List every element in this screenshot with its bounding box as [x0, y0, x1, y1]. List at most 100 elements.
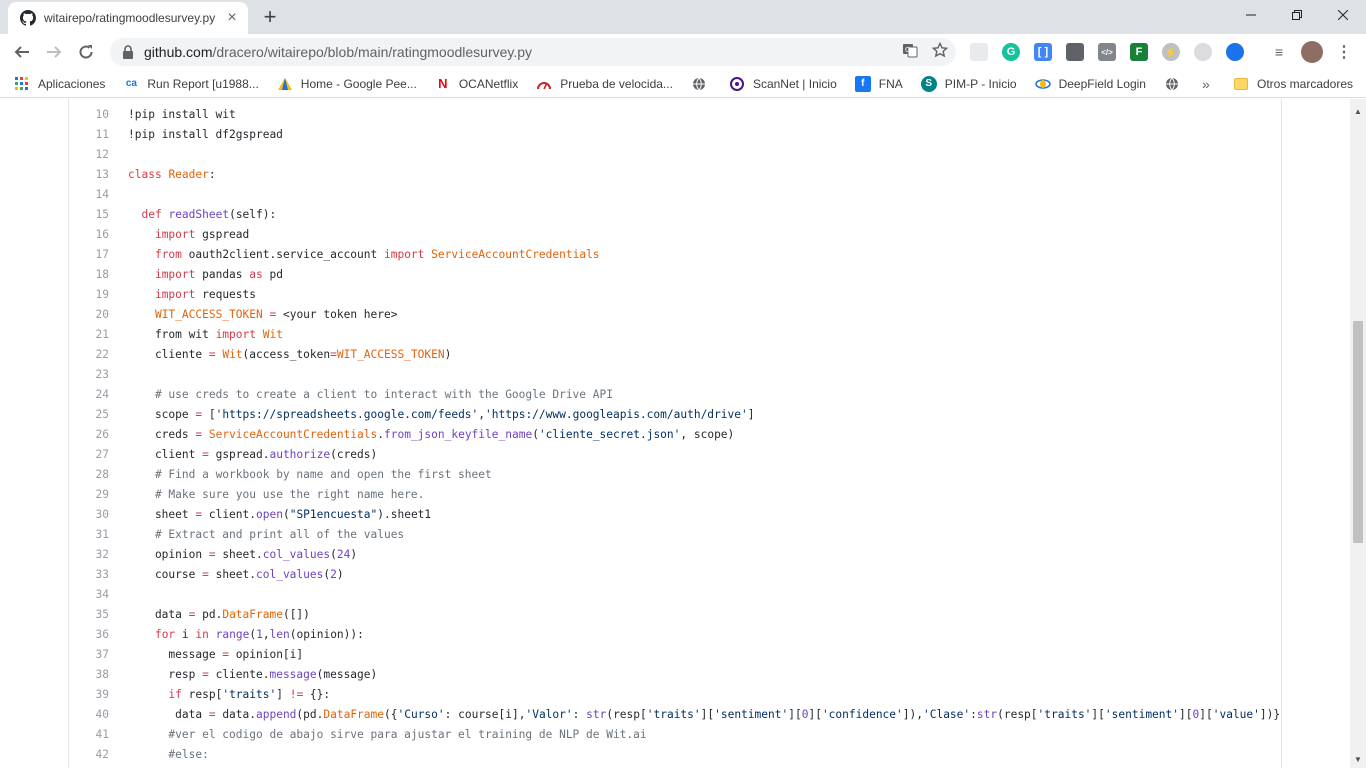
close-tab-icon[interactable]: ×: [224, 10, 240, 26]
new-tab-button[interactable]: +: [258, 6, 282, 30]
camera-extension-icon[interactable]: [1194, 43, 1212, 61]
line-number[interactable]: 42: [69, 745, 109, 765]
bookmark-scannet[interactable]: ScanNet | Inicio: [729, 76, 837, 92]
code-text: from oauth2client.service_account import…: [154, 248, 600, 261]
bookmark-star-icon[interactable]: [931, 41, 949, 62]
line-number[interactable]: 20: [69, 305, 109, 325]
bookmark-label: PIM-P - Inicio: [944, 76, 1017, 91]
bookmark-ocanetflix[interactable]: N OCANetflix: [435, 76, 518, 92]
forward-arrow-icon: [47, 46, 62, 58]
bookmark-pim-p[interactable]: S PIM-P - Inicio: [920, 75, 1017, 92]
line-number[interactable]: 41: [69, 725, 109, 745]
people-icon: [277, 76, 293, 92]
url-text: github.com/dracero/witairepo/blob/main/r…: [144, 44, 532, 60]
speedtest-icon: [536, 76, 552, 92]
code-text: WIT_ACCESS_TOKEN = <your token here>: [154, 308, 398, 321]
back-button[interactable]: [8, 38, 36, 66]
browser-tab[interactable]: witairepo/ratingmoodlesurvey.py ×: [8, 2, 248, 34]
line-number[interactable]: 29: [69, 485, 109, 505]
line-number[interactable]: 40: [69, 705, 109, 725]
scrollbar-thumb[interactable]: [1353, 321, 1363, 543]
close-window-button[interactable]: [1320, 0, 1366, 30]
line-number[interactable]: 28: [69, 465, 109, 485]
line-number[interactable]: 32: [69, 545, 109, 565]
line-number[interactable]: 22: [69, 345, 109, 365]
bookmark-label: FNA: [878, 76, 903, 91]
code-text: scope = ['https://spreadsheets.google.co…: [128, 408, 755, 421]
line-number[interactable]: 14: [69, 185, 109, 205]
code-extension-icon[interactable]: </>: [1098, 43, 1116, 61]
code-text: cliente = Wit(access_token=WIT_ACCESS_TO…: [128, 348, 452, 361]
line-number[interactable]: 33: [69, 565, 109, 585]
bookmark-globe-2[interactable]: [1164, 76, 1188, 92]
reload-icon: [79, 45, 93, 59]
code-text: # Extract and print all of the values: [154, 528, 405, 541]
menu-kebab-icon[interactable]: ⋮: [1335, 43, 1353, 61]
extension-grid-icon[interactable]: [970, 43, 988, 61]
line-number[interactable]: 38: [69, 665, 109, 685]
line-number[interactable]: 36: [69, 625, 109, 645]
code-text: if resp['traits'] != {}:: [168, 688, 331, 701]
line-number[interactable]: 17: [69, 245, 109, 265]
bookmarks-overflow-button[interactable]: »: [1202, 70, 1210, 98]
profile-avatar[interactable]: [1301, 41, 1323, 63]
code-text: !pip install wit: [128, 108, 236, 121]
bookmark-fna[interactable]: f FNA: [854, 75, 903, 92]
code-text: data = data.append(pd.DataFrame({'Curso'…: [128, 708, 1281, 721]
extension-tool-icon[interactable]: [1066, 43, 1084, 61]
code-text: for i in range(1,len(opinion)):: [154, 628, 364, 641]
line-number[interactable]: 16: [69, 225, 109, 245]
line-number[interactable]: 26: [69, 425, 109, 445]
line-number[interactable]: 27: [69, 445, 109, 465]
translate-icon[interactable]: G: [902, 42, 918, 62]
reload-button[interactable]: [72, 38, 100, 66]
line-number[interactable]: 23: [69, 365, 109, 385]
line-number[interactable]: 11: [69, 125, 109, 145]
grammarly-icon[interactable]: G: [1002, 43, 1020, 61]
line-number[interactable]: 34: [69, 585, 109, 605]
line-number[interactable]: 24: [69, 385, 109, 405]
page-scrollbar[interactable]: ▲ ▼: [1350, 99, 1366, 768]
scannet-icon: [729, 76, 745, 92]
extension-blue-icon[interactable]: [ ]: [1034, 43, 1052, 61]
globe-icon: [1164, 76, 1180, 92]
line-number[interactable]: 37: [69, 645, 109, 665]
bolt-extension-icon[interactable]: ⚡: [1162, 43, 1180, 61]
line-number[interactable]: 13: [69, 165, 109, 185]
line-number[interactable]: 10: [69, 105, 109, 125]
code-text: from wit import Wit: [128, 328, 283, 341]
facebook-icon: f: [854, 75, 871, 92]
scroll-up-arrow-icon[interactable]: ▲: [1350, 104, 1366, 120]
bookmark-globe[interactable]: [691, 76, 715, 92]
restore-button[interactable]: [1274, 0, 1320, 30]
line-number[interactable]: 15: [69, 205, 109, 225]
code-text: message = opinion[i]: [128, 648, 304, 661]
bookmark-label: Home - Google Pee...: [300, 76, 417, 91]
line-number[interactable]: 25: [69, 405, 109, 425]
bookmark-label: OCANetflix: [458, 76, 519, 91]
media-control-icon[interactable]: ≡: [1270, 43, 1288, 61]
sheets-extension-icon[interactable]: F: [1130, 43, 1148, 61]
line-number[interactable]: 12: [69, 145, 109, 165]
bookmark-run-report[interactable]: ca Run Report [u1988...: [123, 76, 259, 92]
pen-extension-icon[interactable]: [1226, 43, 1244, 61]
line-number[interactable]: 21: [69, 325, 109, 345]
url-path: /dracero/witairepo/blob/main/ratingmoodl…: [212, 44, 533, 60]
line-number[interactable]: 19: [69, 285, 109, 305]
line-number[interactable]: 35: [69, 605, 109, 625]
scroll-down-arrow-icon[interactable]: ▼: [1350, 752, 1366, 768]
other-bookmarks-folder[interactable]: Otros marcadores: [1234, 70, 1353, 98]
line-number[interactable]: 31: [69, 525, 109, 545]
forward-button[interactable]: [40, 38, 68, 66]
bookmark-deepfield[interactable]: DeepField Login: [1034, 76, 1146, 92]
address-bar[interactable]: github.com/dracero/witairepo/blob/main/r…: [110, 38, 956, 66]
line-number[interactable]: 18: [69, 265, 109, 285]
bookmark-speedtest[interactable]: Prueba de velocida...: [536, 76, 673, 92]
url-host: github.com: [144, 44, 213, 60]
bookmark-google-peering[interactable]: Home - Google Pee...: [277, 76, 417, 92]
minimize-button[interactable]: [1228, 0, 1274, 30]
line-number[interactable]: 30: [69, 505, 109, 525]
bookmark-apps[interactable]: Aplicaciones: [14, 76, 105, 92]
line-number[interactable]: 39: [69, 685, 109, 705]
globe-icon: [691, 76, 707, 92]
